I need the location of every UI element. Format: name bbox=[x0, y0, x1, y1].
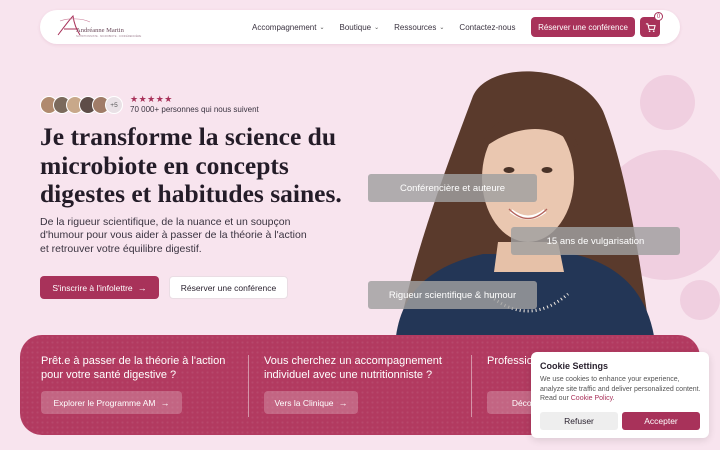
divider bbox=[248, 355, 249, 417]
bg-blob bbox=[680, 280, 720, 320]
avatar-more-count: +5 bbox=[105, 96, 123, 114]
clinic-button[interactable]: Vers la Clinique → bbox=[264, 391, 358, 414]
cookie-banner: Cookie Settings We use cookies to enhanc… bbox=[531, 352, 709, 438]
cart-button[interactable]: 0 bbox=[640, 12, 663, 37]
logo-name: Andréanne Martin bbox=[76, 27, 124, 34]
cookie-text-end: . bbox=[612, 395, 615, 402]
tag-speaker-author: Conférencière et auteure bbox=[368, 174, 537, 202]
cookie-policy-link[interactable]: Cookie Policy bbox=[571, 395, 613, 402]
logo-tagline: NUTRITIONNISTE · MICROBIOTE · CONFÉRENCI… bbox=[76, 35, 142, 38]
arrow-right-icon: → bbox=[137, 282, 147, 293]
menu-accompagnement[interactable]: Accompagnement ⌄ bbox=[252, 23, 325, 32]
follower-avatars: +5 bbox=[40, 96, 123, 114]
rating-stars: ★★★★★ bbox=[130, 94, 173, 104]
cart-count-badge: 0 bbox=[654, 12, 663, 21]
menu-label: Contactez-nous bbox=[459, 22, 516, 32]
cookie-refuse-button[interactable]: Refuser bbox=[540, 412, 618, 430]
card-question-clinic: Vous cherchez un accompagnement individu… bbox=[264, 355, 442, 381]
main-menu: Accompagnement ⌄ Boutique ⌄ Ressources ⌄… bbox=[252, 10, 530, 44]
hero-subtext: De la rigueur scientifique, de la nuance… bbox=[40, 216, 307, 255]
menu-boutique[interactable]: Boutique ⌄ bbox=[340, 23, 380, 32]
arrow-right-icon: → bbox=[338, 397, 348, 408]
hero-headline: Je transforme la science du microbiote e… bbox=[40, 122, 342, 208]
menu-label: Boutique bbox=[339, 22, 372, 32]
followers-count: 70 000+ personnes qui nous suivent bbox=[130, 105, 259, 114]
book-conference-button[interactable]: Réserver une conférence bbox=[169, 276, 288, 299]
newsletter-signup-button[interactable]: S'inscrire à l'infolettre → bbox=[40, 276, 159, 299]
menu-label: Accompagnement bbox=[252, 22, 317, 32]
top-navbar: Andréanne Martin NUTRITIONNISTE · MICROB… bbox=[40, 10, 680, 44]
chevron-down-icon: ⌄ bbox=[439, 24, 445, 31]
cookie-accept-button[interactable]: Accepter bbox=[622, 412, 700, 430]
chevron-down-icon: ⌄ bbox=[319, 24, 325, 31]
button-label: S'inscrire à l'infolettre bbox=[52, 282, 133, 293]
tag-scientific-rigor: Rigueur scientifique & humour bbox=[368, 281, 537, 309]
cart-icon bbox=[645, 22, 656, 32]
cookie-title: Cookie Settings bbox=[540, 361, 609, 371]
cookie-text: We use cookies to enhance your experienc… bbox=[540, 375, 705, 404]
menu-contact[interactable]: Contactez-nous bbox=[459, 23, 515, 32]
button-label: Vers la Clinique bbox=[274, 397, 334, 408]
menu-ressources[interactable]: Ressources ⌄ bbox=[394, 23, 444, 32]
cookie-body: We use cookies to enhance your experienc… bbox=[540, 376, 701, 402]
chevron-down-icon: ⌄ bbox=[374, 24, 380, 31]
card-question-program: Prêt.e à passer de la théorie à l'action… bbox=[41, 355, 226, 381]
explore-program-button[interactable]: Explorer le Programme AM → bbox=[41, 391, 182, 414]
divider bbox=[471, 355, 472, 417]
site-logo[interactable]: Andréanne Martin NUTRITIONNISTE · MICROB… bbox=[56, 13, 146, 41]
bg-blob bbox=[690, 200, 720, 230]
menu-label: Ressources bbox=[394, 22, 437, 32]
book-conference-nav-button[interactable]: Réserver une conférence bbox=[531, 17, 635, 37]
tag-years-experience: 15 ans de vulgarisation bbox=[511, 227, 680, 255]
arrow-right-icon: → bbox=[160, 397, 170, 408]
button-label: Explorer le Programme AM bbox=[53, 397, 156, 408]
